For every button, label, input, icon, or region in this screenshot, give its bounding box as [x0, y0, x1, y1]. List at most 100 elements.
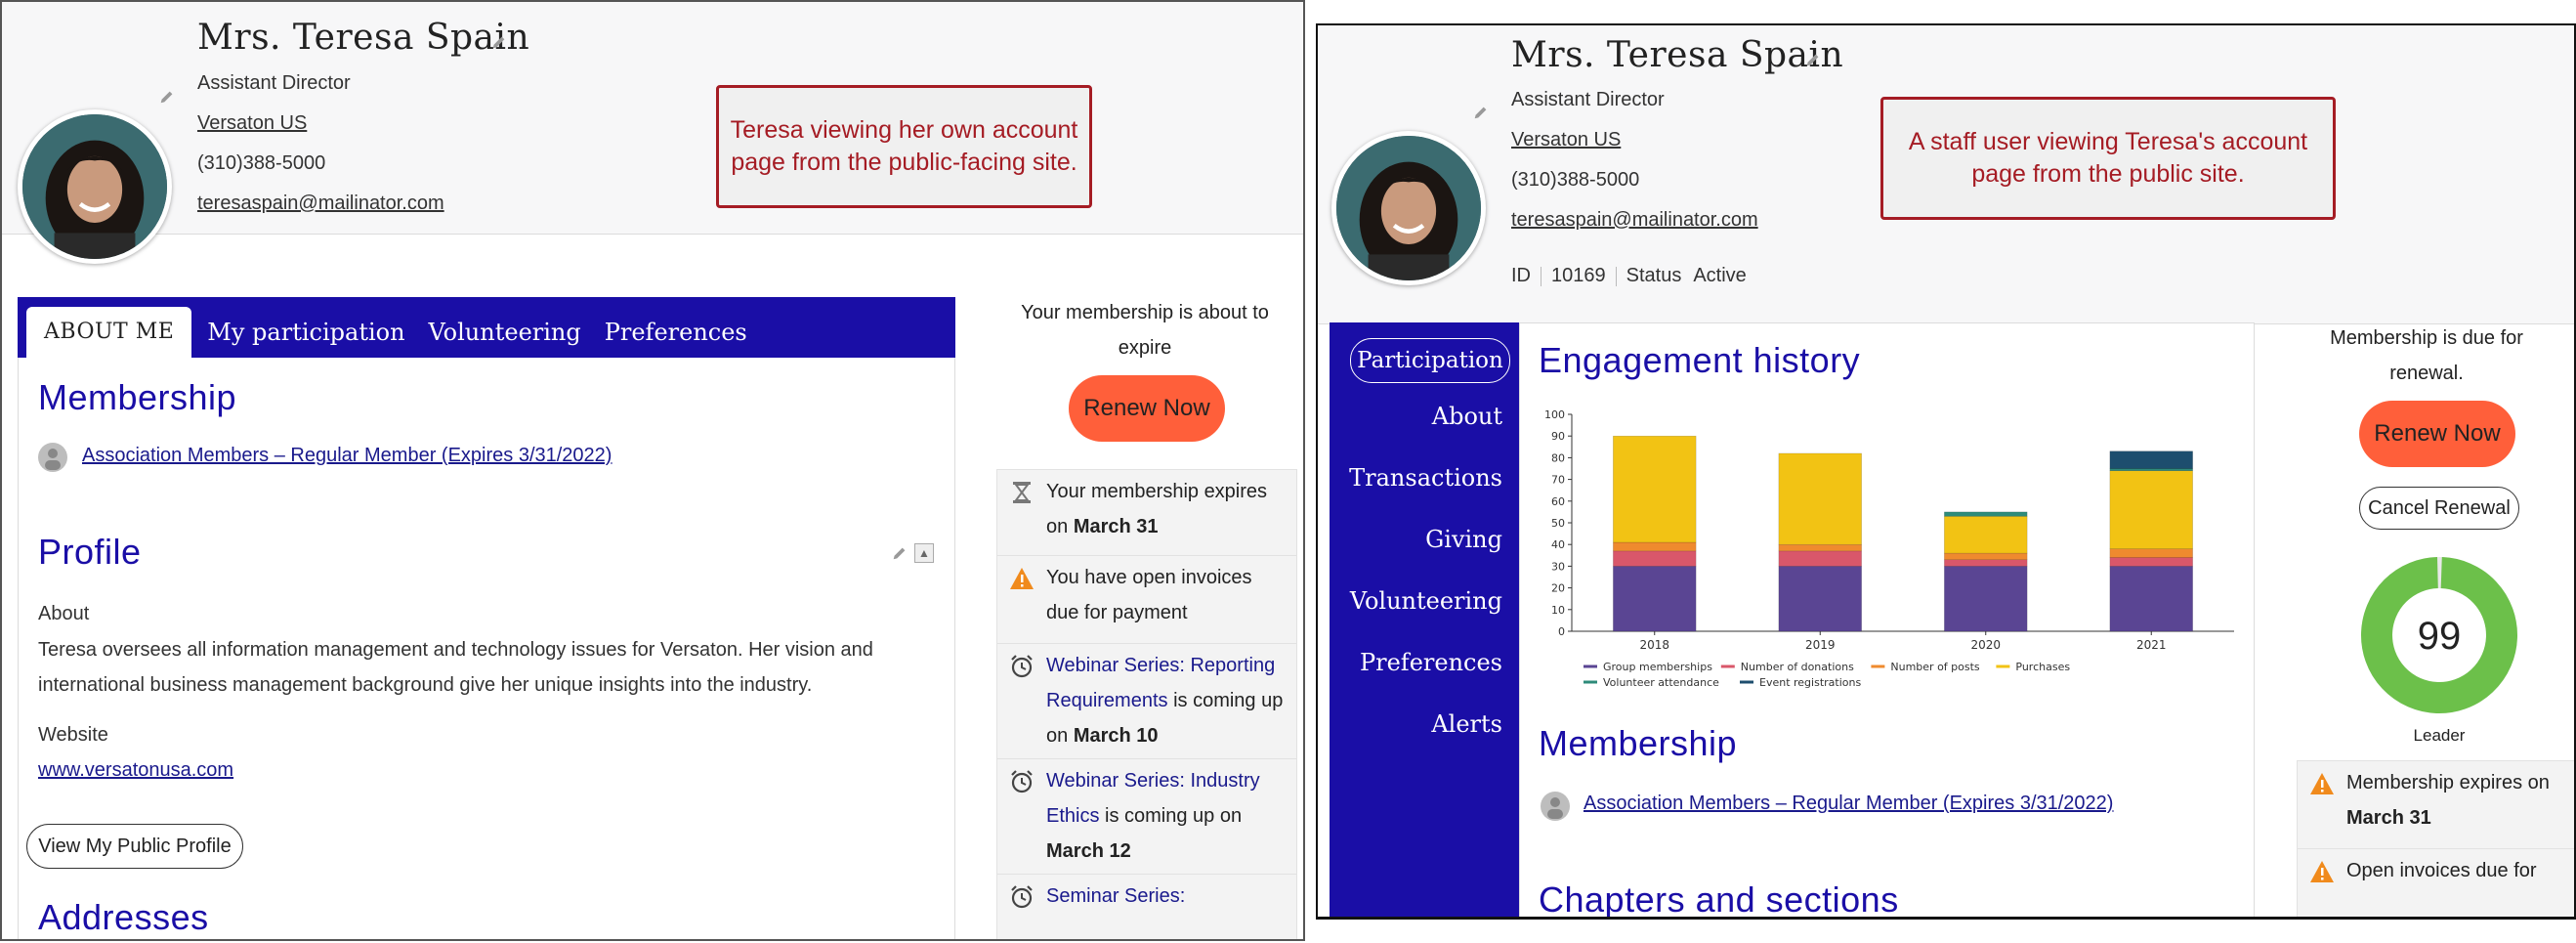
nav-giving[interactable]: Giving [1425, 526, 1502, 553]
bar-segment [1944, 559, 2028, 567]
website-label: Website [38, 724, 108, 746]
alerts-panel: Your membership expires on March 31 You … [996, 469, 1297, 939]
alarm-clock-icon [1009, 654, 1035, 679]
alert-text: is coming up on [1099, 805, 1243, 827]
tab-preferences[interactable]: Preferences [601, 307, 767, 358]
profile-phone: (310)388-5000 [1511, 169, 1640, 191]
legend-label: Event registrations [1759, 676, 1861, 689]
x-tick-label: 2018 [1639, 638, 1669, 652]
x-tick-label: 2019 [1805, 638, 1836, 652]
membership-link[interactable]: Association Members – Regular Member (Ex… [1584, 793, 2113, 815]
bar-segment [2109, 566, 2193, 632]
profile-header: Mrs. Teresa Spain Assistant Director Ver… [2, 2, 1303, 264]
bar-segment [1944, 511, 2028, 517]
bar-segment [1613, 566, 1697, 632]
profile-email-link[interactable]: teresaspain@mailinator.com [1511, 209, 1758, 232]
profile-organization-link[interactable]: Versaton US [197, 112, 307, 135]
y-tick-label: 20 [1551, 582, 1565, 595]
about-text-line2: international business management backgr… [38, 674, 813, 696]
warning-icon [2309, 771, 2335, 796]
warning-icon [2309, 859, 2335, 884]
tab-volunteering[interactable]: Volunteering [425, 307, 601, 358]
profile-tabs: ABOUT ME My participation Volunteering P… [18, 297, 955, 358]
legend-label: Number of posts [1890, 661, 1980, 673]
membership-notice: Membership is due for renewal. [2330, 327, 2523, 384]
participation-side-nav: Participation About Transactions Giving … [1330, 322, 1519, 917]
avatar-photo-icon [22, 114, 167, 259]
id-value: 10169 [1551, 265, 1606, 286]
alert-date: March 31 [2346, 807, 2431, 829]
profile-organization-link[interactable]: Versaton US [1511, 129, 1621, 151]
website-link[interactable]: www.versatonusa.com [38, 759, 233, 782]
legend-label: Volunteer attendance [1603, 676, 1719, 689]
event-link[interactable]: Seminar Series: [1046, 885, 1185, 907]
collapse-toggle-icon[interactable]: ▲ [914, 543, 934, 563]
renew-now-button[interactable]: Renew Now [1069, 375, 1225, 442]
profile-email-link[interactable]: teresaspain@mailinator.com [197, 193, 444, 215]
profile-section-heading: Profile [38, 532, 142, 572]
y-tick-label: 80 [1551, 451, 1565, 464]
profile-name: Mrs. Teresa Spain [1511, 35, 1844, 75]
bar-segment [1778, 566, 1862, 632]
bar-segment [1778, 543, 1862, 552]
bar-segment [1613, 435, 1697, 543]
id-label: ID [1511, 265, 1531, 286]
y-tick-label: 100 [1544, 408, 1565, 421]
legend-label: Group memberships [1603, 661, 1712, 673]
nav-participation[interactable]: Participation [1350, 338, 1510, 383]
cancel-renewal-button[interactable]: Cancel Renewal [2359, 487, 2519, 530]
engagement-history-heading: Engagement history [1539, 340, 1861, 380]
member-avatar-icon [38, 443, 67, 472]
tab-about-me[interactable]: ABOUT ME [26, 307, 192, 358]
alert-event-seminar: Seminar Series: [997, 875, 1296, 939]
bar-segment [2109, 557, 2193, 567]
avatar-photo-icon [1336, 136, 1481, 280]
left-screenshot-panel: Mrs. Teresa Spain Assistant Director Ver… [0, 0, 1305, 941]
alert-open-invoices: You have open invoices due for payment [997, 556, 1296, 644]
edit-name-pencil-icon[interactable] [490, 33, 508, 51]
hourglass-icon [1009, 480, 1035, 505]
membership-heading: Membership [38, 377, 237, 417]
annotation-callout: A staff user viewing Teresa's account pa… [1880, 97, 2336, 220]
membership-link[interactable]: Association Members – Regular Member (Ex… [82, 445, 612, 467]
tab-my-participation[interactable]: My participation [191, 307, 424, 358]
member-avatar-icon [1541, 792, 1570, 821]
alert-text: Open invoices due for [2346, 860, 2537, 881]
alert-membership-expires: Membership expires on March 31 [2298, 761, 2574, 849]
y-tick-label: 40 [1551, 538, 1565, 551]
edit-profile-pencil-icon[interactable] [891, 544, 908, 562]
bar-segment [1944, 552, 2028, 560]
engagement-score-donut: 99 [2361, 556, 2517, 713]
y-tick-label: 90 [1551, 430, 1565, 443]
profile-job-title: Assistant Director [1511, 89, 1665, 110]
about-label: About [38, 603, 90, 624]
nav-alerts[interactable]: Alerts [1431, 710, 1502, 738]
legend-label: Purchases [2015, 661, 2070, 673]
edit-photo-pencil-icon[interactable] [1472, 104, 1490, 121]
legend-label: Number of donations [1741, 661, 1854, 673]
nav-preferences[interactable]: Preferences [1360, 649, 1502, 676]
addresses-heading: Addresses [38, 897, 209, 937]
bar-segment [1944, 566, 2028, 632]
membership-notice: Your membership is about to expire [1021, 302, 1269, 359]
alert-date: March 12 [1046, 840, 1131, 862]
nav-about[interactable]: About [1432, 403, 1502, 430]
x-tick-label: 2020 [1970, 638, 2001, 652]
edit-photo-pencil-icon[interactable] [158, 88, 176, 106]
bar-segment [1778, 550, 1862, 567]
edit-name-pencil-icon[interactable] [1804, 51, 1822, 68]
chapters-heading: Chapters and sections [1539, 879, 1899, 920]
bar-segment [1778, 452, 1862, 545]
avatar [18, 109, 172, 264]
x-tick-label: 2021 [2136, 638, 2167, 652]
profile-header: Mrs. Teresa Spain Assistant Director Ver… [1318, 25, 2574, 324]
nav-transactions[interactable]: Transactions [1349, 464, 1502, 492]
warning-icon [1009, 566, 1035, 591]
renew-now-button[interactable]: Renew Now [2359, 401, 2515, 467]
engagement-history-chart: 0 10 20 30 40 50 60 70 80 90 100 2018 2019 2020 2021 Gr… [1544, 408, 2234, 689]
nav-volunteering[interactable]: Volunteering [1350, 587, 1502, 615]
bar-segment [2109, 548, 2193, 558]
status-label: Status [1626, 265, 1682, 286]
view-public-profile-button[interactable]: View My Public Profile [26, 824, 243, 869]
status-value: Active [1693, 265, 1747, 286]
